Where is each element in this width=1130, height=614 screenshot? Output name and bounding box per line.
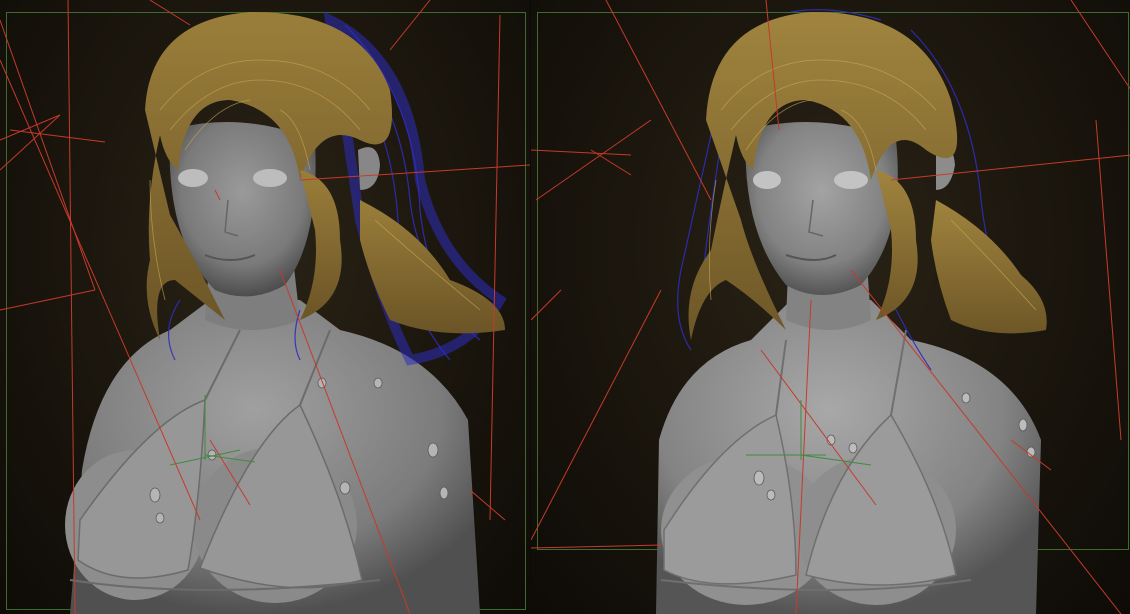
scene-render-left — [0, 0, 530, 614]
eye-left — [178, 169, 208, 187]
eye-right — [833, 171, 868, 189]
viewport-right[interactable] — [529, 0, 1130, 614]
scene-render-right — [530, 0, 1130, 614]
viewport-left[interactable] — [0, 0, 530, 614]
eye-right — [253, 169, 287, 187]
dual-viewport-workspace — [0, 0, 1130, 614]
eye-left — [752, 171, 781, 189]
